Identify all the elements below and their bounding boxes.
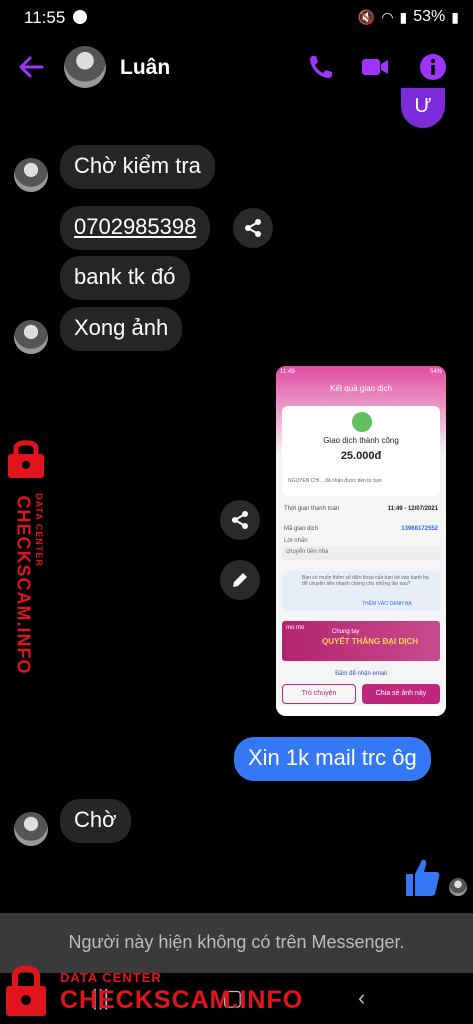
status-right: 🔇 ◠ ▮ 53% ▮ bbox=[358, 8, 459, 26]
pencil-icon bbox=[233, 573, 247, 587]
watermark-vertical-sub: DATA CENTER bbox=[34, 493, 44, 567]
image-nav-bar bbox=[276, 706, 446, 716]
status-bar: 11:55 🔇 ◠ ▮ 53% ▮ bbox=[0, 0, 473, 34]
image-result-card: Giao dịch thành công 25.000đ NGUYEN CHI.… bbox=[282, 406, 440, 496]
watermark-line2: CHECKSCAM.INFO bbox=[60, 986, 304, 1014]
watermark-lock-icon bbox=[8, 440, 44, 478]
unavailable-notice: Người này hiện không có trên Messenger. bbox=[0, 913, 473, 973]
image-time-row: Thời gian thanh toán 11:49 - 12/07/2021 bbox=[284, 506, 438, 512]
image-message-label: Lời nhắn bbox=[284, 538, 308, 544]
image-email-link: Bấm để nhận email bbox=[335, 671, 387, 677]
contact-avatar[interactable] bbox=[64, 46, 106, 88]
image-chat-button: Trò chuyện bbox=[282, 684, 356, 704]
image-message-box: chuyển tiền nha bbox=[282, 546, 440, 560]
watermark-line1: DATA CENTER bbox=[60, 970, 162, 985]
image-suggestion: Bạn có muốn thêm số điện thoại của bạn b… bbox=[282, 571, 440, 611]
message-bubble[interactable]: Xong ảnh bbox=[60, 307, 183, 351]
status-time: 11:55 bbox=[24, 8, 66, 27]
thumbs-up-icon[interactable] bbox=[402, 856, 442, 900]
share-image-button[interactable] bbox=[220, 500, 260, 540]
battery-icon: ▮ bbox=[451, 8, 459, 25]
image-share-button: Chia sẻ ảnh này bbox=[362, 684, 440, 704]
image-status-time: 11:49 bbox=[280, 369, 295, 375]
nav-back-icon[interactable]: ‹ bbox=[358, 985, 365, 1011]
signal-icon: ▮ bbox=[399, 8, 408, 25]
sent-image[interactable]: 11:49 54% Kết quả giao dịch Giao dịch th… bbox=[276, 366, 446, 716]
wifi-icon: ◠ bbox=[381, 8, 394, 25]
contact-name[interactable]: Luân bbox=[120, 56, 170, 80]
share-button[interactable] bbox=[233, 208, 273, 248]
image-notice: NGUYEN CHI... đã nhận được tiền từ bạn bbox=[288, 478, 382, 484]
message-bubble[interactable]: Chờ kiểm tra bbox=[60, 145, 215, 189]
phone-link[interactable]: 0702985398 bbox=[74, 214, 196, 239]
video-call-icon[interactable] bbox=[360, 52, 390, 82]
sent-message-partial[interactable]: Ư bbox=[401, 88, 445, 128]
info-icon[interactable] bbox=[418, 52, 448, 82]
edit-image-button[interactable] bbox=[220, 560, 260, 600]
sender-avatar[interactable] bbox=[14, 812, 48, 846]
back-arrow-icon[interactable] bbox=[18, 54, 44, 80]
messenger-notification-icon bbox=[73, 10, 87, 24]
seen-avatar bbox=[449, 878, 467, 896]
message-bubble-phone-link[interactable]: 0702985398 bbox=[60, 206, 211, 250]
image-title: Kết quả giao dịch bbox=[330, 384, 392, 393]
check-icon bbox=[352, 412, 372, 432]
mute-icon: 🔇 bbox=[357, 8, 376, 25]
share-icon bbox=[232, 511, 248, 529]
share-icon bbox=[245, 219, 261, 237]
watermark-lock-icon bbox=[6, 965, 46, 1016]
message-bubble[interactable]: Chờ bbox=[60, 799, 131, 843]
image-amount: 25.000đ bbox=[340, 450, 382, 462]
image-code-row: Mã giao dịch 13968172552 bbox=[284, 526, 438, 532]
message-bubble[interactable]: bank tk đó bbox=[60, 256, 190, 300]
battery-level: 53% bbox=[413, 8, 446, 25]
sender-avatar[interactable] bbox=[14, 158, 48, 192]
image-banner: mo mo Chung tay QUYẾT THẮNG ĐẠI DỊCH bbox=[282, 621, 440, 661]
phone-call-icon[interactable] bbox=[306, 52, 336, 82]
sent-message-bubble[interactable]: Xin 1k mail trc ôg bbox=[234, 737, 431, 781]
image-status-battery: 54% bbox=[429, 369, 442, 375]
watermark-vertical-main: CHECKSCAM.INFO bbox=[13, 495, 34, 675]
sender-avatar[interactable] bbox=[14, 320, 48, 354]
image-status-text: Giao dịch thành công bbox=[323, 436, 399, 445]
